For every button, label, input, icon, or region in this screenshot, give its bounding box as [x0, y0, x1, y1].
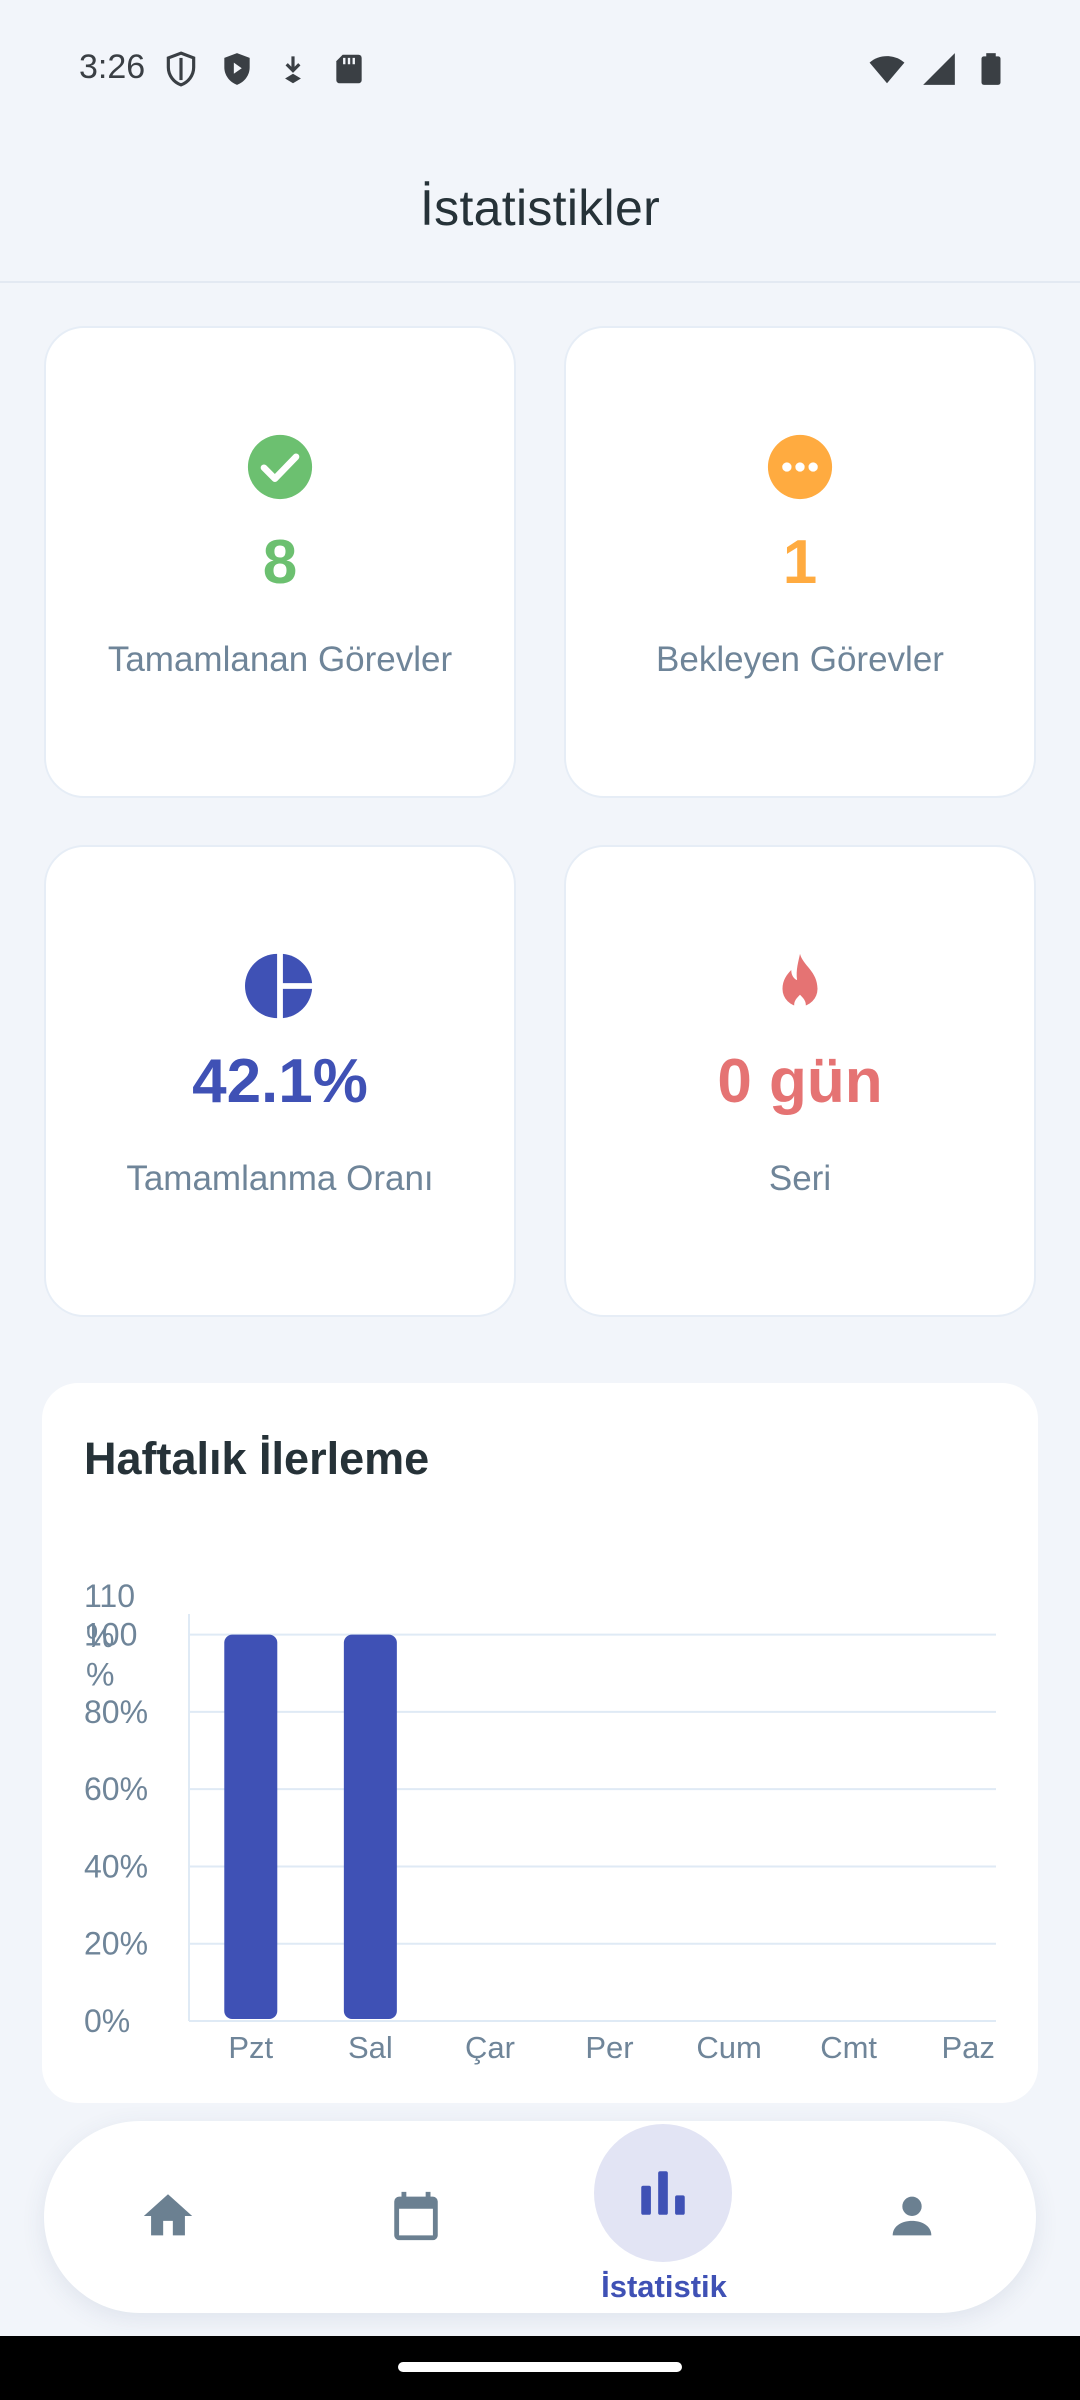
more-horiz-circle-icon	[767, 434, 833, 500]
home-icon	[143, 2194, 193, 2236]
nav-label-statistics: İstatistik	[601, 2269, 727, 2304]
status-time: 3:26	[79, 48, 146, 86]
home-gesture-handle[interactable]	[398, 2362, 682, 2372]
pie-chart-icon	[245, 953, 313, 1019]
fire-icon	[782, 953, 818, 1011]
bottom-navigation: İstatistik	[44, 2121, 1036, 2313]
completion-rate-label: Tamamlanma Oranı	[126, 1159, 434, 1198]
app-header: İstatistikler	[0, 135, 1080, 283]
y-tick-label: 80%	[84, 1694, 148, 1730]
nav-item-home[interactable]	[44, 2121, 292, 2313]
nav-item-profile[interactable]	[788, 2121, 1036, 2313]
sd-card-icon	[336, 54, 362, 84]
signal-icon	[923, 53, 955, 85]
battery-icon	[981, 53, 1001, 85]
x-tick-label: Sal	[348, 2030, 393, 2065]
completed-tasks-label: Tamamlanan Görevler	[107, 640, 453, 679]
status-icons-left	[162, 50, 368, 88]
weekly-progress-card: 0% 20% 40% 60% 80% 100% 110% Pzt Sal Çar Per Cum Cmt…	[42, 1383, 1038, 2103]
bar-pzt	[224, 1634, 278, 2019]
download-arrow-icon	[285, 56, 301, 84]
completed-tasks-value: 8	[262, 528, 298, 597]
streak-label: Seri	[768, 1159, 832, 1198]
vpn-shield-outline-icon	[166, 51, 196, 87]
y-tick-label-part: 110	[84, 1578, 135, 1614]
x-tick-label: Cum	[696, 2030, 761, 2065]
pending-tasks-card: 1 Bekleyen Görevler	[564, 326, 1036, 798]
nav-item-calendar[interactable]	[292, 2121, 540, 2313]
completion-rate-card: 42.1% Tamamlanma Oranı	[44, 845, 516, 1317]
y-tick-label-part: %	[86, 1618, 114, 1654]
streak-card: 0 gün Seri	[564, 845, 1036, 1317]
x-tick-label: Per	[585, 2030, 633, 2065]
check-circle-icon	[247, 434, 313, 500]
shield-play-icon	[224, 53, 250, 85]
bar-sal	[343, 1634, 397, 2019]
system-navigation-bar	[0, 2336, 1080, 2400]
completed-tasks-card: 8 Tamamlanan Görevler	[44, 326, 516, 798]
calendar-icon	[394, 2191, 438, 2241]
page-title: İstatistikler	[419, 180, 661, 236]
status-bar: 3:26	[0, 0, 1080, 135]
x-tick-label: Cmt	[820, 2030, 877, 2065]
x-tick-label: Pzt	[228, 2030, 273, 2065]
pending-tasks-label: Bekleyen Görevler	[656, 640, 944, 679]
y-tick-label: 0%	[84, 2003, 130, 2039]
person-icon	[892, 2196, 932, 2236]
weekly-progress-chart: 0%20%40%60%80%100 %110 %Pzt Sal Çar Per Cum Cmt…	[84, 1578, 996, 2065]
chart-title: Haftalık İlerleme	[84, 1433, 430, 1484]
y-tick-label: 60%	[84, 1771, 148, 1807]
streak-value: 0 gün	[717, 1047, 883, 1116]
bar-chart-icon	[641, 2171, 685, 2215]
y-tick-label-part: %	[86, 1657, 114, 1693]
completion-rate-value: 42.1%	[192, 1047, 368, 1116]
y-tick-label: 20%	[84, 1926, 148, 1962]
wifi-icon	[869, 56, 905, 84]
status-icons-right	[868, 50, 1010, 88]
pending-tasks-value: 1	[782, 528, 818, 597]
active-indicator	[594, 2124, 732, 2262]
x-tick-label: Paz	[942, 2030, 995, 2065]
y-tick-label: 40%	[84, 1848, 148, 1884]
nav-item-statistics[interactable]: İstatistik	[540, 2121, 788, 2313]
x-tick-label: Çar	[465, 2030, 515, 2065]
